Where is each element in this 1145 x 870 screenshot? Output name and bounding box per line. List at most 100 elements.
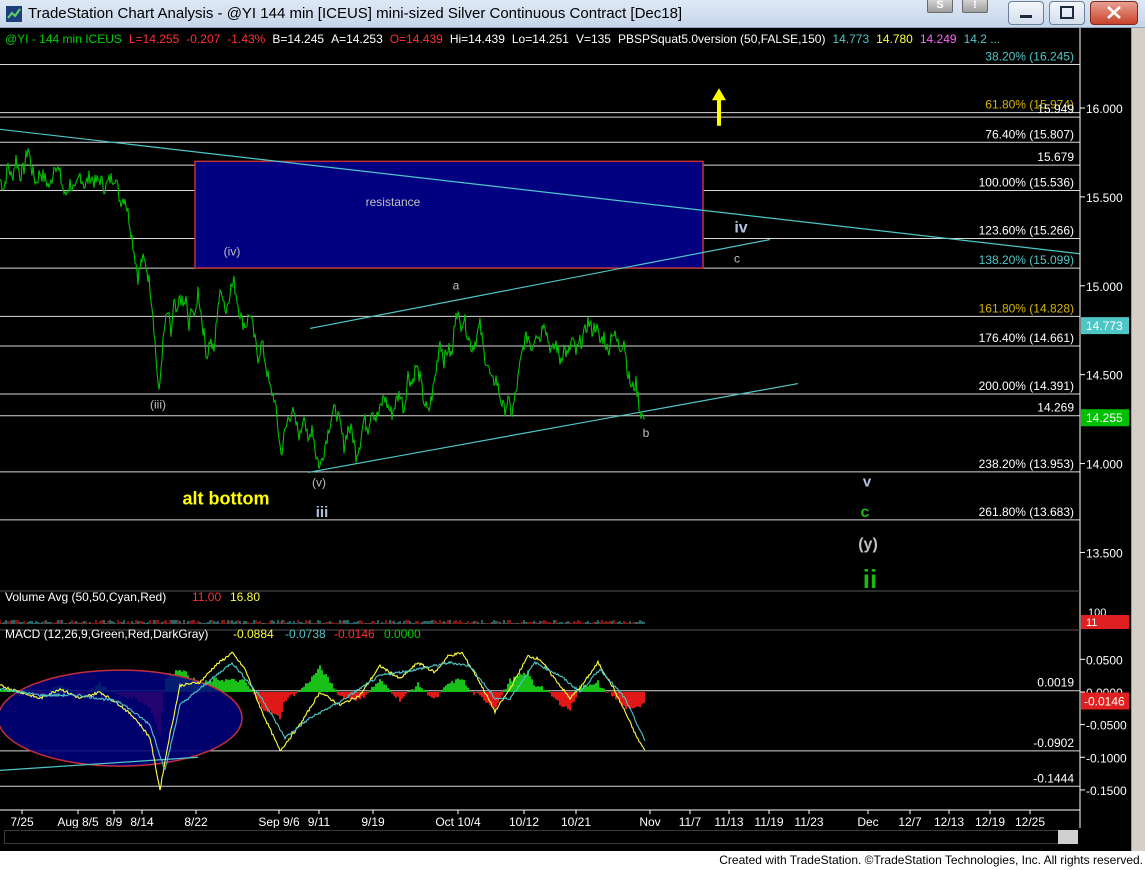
time-axis-label: 10/12 (509, 815, 539, 828)
up-arrow-icon (712, 88, 726, 101)
status-field: -0.207 (186, 32, 220, 46)
volume-panel: Volume Avg (50,50,Cyan,Red) 11.00 16.80100… (0, 590, 1129, 629)
level-label: 76.40% (15.807) (985, 127, 1074, 141)
horizontal-scrollbar[interactable] (0, 828, 1131, 846)
wave-label: ii (863, 564, 877, 594)
close-button[interactable] (1090, 1, 1138, 25)
status-field: A=14.253 (331, 32, 383, 46)
window-title: TradeStation Chart Analysis - @YI 144 mi… (28, 5, 683, 22)
status-field: -1.43% (227, 32, 265, 46)
wave-label: c (734, 252, 740, 266)
price-axis-label: 15.000 (1086, 280, 1123, 294)
level-label: 100.00% (15.536) (979, 175, 1074, 189)
up-arrow-layer (712, 88, 726, 126)
macd-value: -0.0146 (334, 627, 375, 641)
volume-badge-text: 11 (1086, 617, 1097, 629)
window-titlebar: TradeStation Chart Analysis - @YI 144 mi… (0, 0, 1145, 28)
time-axis-label: Oct 10/4 (435, 815, 481, 828)
macd-value: -0.0884 (233, 627, 274, 641)
status-line-text: @YI - 144 min ICEUS L=14.255 -0.207 -1.43% B… (5, 32, 1000, 46)
volume-title: Volume Avg (50,50,Cyan,Red) (5, 590, 166, 604)
level-label: 176.40% (14.661) (979, 331, 1074, 345)
wave-label: c (861, 504, 870, 521)
level-label: 138.20% (15.099) (979, 253, 1074, 267)
alert-button[interactable]: ! (962, 0, 988, 13)
macd-badge-text: -0.0146 (1084, 695, 1125, 709)
status-field: 14.780 (876, 32, 913, 46)
status-field: Hi=14.439 (450, 32, 505, 46)
time-axis-label: 12/13 (934, 815, 964, 828)
price-axis-label: 13.500 (1086, 546, 1123, 560)
price-axis-label: 14.000 (1086, 458, 1123, 472)
macd-axis-label: -0.1000 (1086, 751, 1127, 765)
time-axis-label: Aug 8/5 (57, 815, 99, 828)
wave-label: (iii) (150, 397, 166, 411)
level-label: 123.60% (15.266) (979, 223, 1074, 237)
price-axis-label: 14.500 (1086, 369, 1123, 383)
scrollbar-track[interactable] (4, 830, 1078, 844)
time-axis-label: Sep 9/6 (258, 815, 300, 828)
minimize-icon (1020, 15, 1032, 18)
status-field: 14.773 (832, 32, 869, 46)
time-axis-label: 8/14 (130, 815, 154, 828)
time-axis-label: 11/7 (679, 815, 702, 828)
minimize-button[interactable] (1008, 1, 1044, 25)
level-lines-layer (0, 63, 1080, 521)
resistance-zone (194, 160, 704, 269)
status-field: Lo=14.251 (512, 32, 569, 46)
maximize-icon (1060, 6, 1074, 19)
level-labels-layer: 38.20% (16.245)61.80% (15.974)15.94976.4… (979, 49, 1075, 518)
time-axis-label: Dec (857, 815, 878, 828)
time-axis-label: 9/19 (361, 815, 385, 828)
time-axis-label: 12/19 (975, 815, 1005, 828)
macd-axis-label: -0.1500 (1086, 784, 1127, 798)
level-label: 200.00% (14.391) (979, 379, 1074, 393)
time-axis-label: 9/11 (308, 815, 331, 828)
price-axis-label: 16.000 (1086, 102, 1123, 116)
status-field: V=135 (576, 32, 611, 46)
symbol-link-button[interactable]: S (927, 0, 953, 13)
wave-label: iii (316, 504, 329, 521)
price-axis-label: 15.500 (1086, 191, 1123, 205)
status-line: @YI - 144 min ICEUS L=14.255 -0.207 -1.43% B… (5, 32, 1000, 46)
macd-value: -0.0738 (285, 627, 326, 641)
time-axis-label: 11/13 (714, 815, 743, 828)
level-label: 15.949 (1037, 102, 1074, 116)
wave-label: resistance (366, 195, 421, 209)
macd-title: MACD (12,26,9,Green,Red,DarkGray) (5, 627, 208, 641)
time-axis-label: 12/25 (1015, 815, 1045, 828)
maximize-button[interactable] (1049, 1, 1085, 25)
level-label: 14.269 (1037, 401, 1074, 415)
wave-label: (v) (312, 476, 326, 490)
wave-label: b (643, 426, 650, 440)
price-badge-text: 14.773 (1086, 319, 1123, 333)
wave-label: v (863, 474, 872, 491)
annotation-alt-bottom: alt bottom (183, 488, 270, 508)
time-axis-label: 11/23 (794, 815, 823, 828)
volume-value-avg2: 16.80 (230, 590, 260, 604)
chart-canvas[interactable]: 38.20% (16.245)61.80% (15.974)15.94976.4… (0, 28, 1131, 828)
price-badge-text: 14.255 (1086, 411, 1123, 425)
footer: Created with TradeStation. ©TradeStation… (0, 851, 1145, 870)
close-icon (1107, 6, 1121, 19)
wave-label: (iv) (224, 245, 241, 259)
tradestation-app-icon (6, 6, 22, 22)
trendline (307, 382, 799, 474)
macd-axis-label: 0.0500 (1086, 653, 1123, 667)
wave-label: (y) (858, 536, 878, 553)
macd-level-label: 0.0019 (1037, 676, 1074, 690)
level-label: 15.679 (1037, 150, 1074, 164)
macd-axis-label: -0.0500 (1086, 719, 1127, 733)
level-label: 161.80% (14.828) (979, 301, 1074, 315)
wave-label: a (453, 278, 460, 292)
time-axis-label: 11/19 (754, 815, 783, 828)
wave-label: iv (734, 219, 747, 236)
status-field: B=14.245 (272, 32, 324, 46)
time-axis-label: 7/25 (10, 815, 34, 828)
scrollbar-thumb[interactable] (1058, 830, 1078, 844)
status-field: 14.249 (920, 32, 957, 46)
level-label: 238.20% (13.953) (979, 457, 1074, 471)
volume-value-avg1: 11.00 (192, 590, 221, 604)
time-axis-label: Nov (639, 815, 660, 828)
status-field: PBSPSquat5.0version (50,FALSE,150) (618, 32, 825, 46)
